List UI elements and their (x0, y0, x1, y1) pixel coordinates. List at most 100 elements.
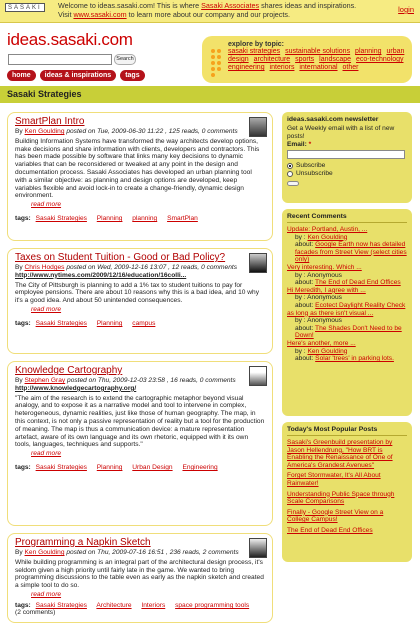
source-url-link[interactable]: http://www.knowledgecartography.org/ (15, 385, 265, 393)
tag-link[interactable]: Urban Design (132, 464, 172, 471)
popular-post-link[interactable]: Forget Stormwater, It's All About Rainwa… (287, 472, 407, 487)
post-tags: tags: Sasaki Strategies Planning campus (15, 319, 156, 327)
post-card: Programming a Napkin Sketch By Ken Gould… (7, 533, 273, 623)
divider (287, 222, 407, 223)
post-meta: By Ken Goulding posted on Thu, 2009-07-1… (15, 549, 239, 556)
newsletter-heading: ideas.sasaki.com newsletter (287, 116, 379, 123)
topic-link[interactable]: international (299, 64, 337, 71)
top-banner: SASAKI Welcome to ideas.sasaki.com! This… (0, 0, 420, 23)
tag-link[interactable]: Planning (97, 215, 123, 222)
comment-link[interactable]: Hi Meredith, I agree with ... (287, 287, 407, 295)
tag-link[interactable]: planning (132, 215, 157, 222)
post-title[interactable]: Taxes on Student Tuition - Good or Bad P… (15, 252, 265, 263)
comment-post-link[interactable]: The End of Dead End Offices (315, 279, 401, 286)
read-more-link[interactable]: read more (31, 306, 265, 313)
post-title[interactable]: Programming a Napkin Sketch (15, 537, 265, 548)
comment-author-link[interactable]: Ken Goulding (307, 348, 347, 355)
comment-author: Anonymous (307, 271, 342, 279)
section-header-bar: Sasaki Strategies (0, 86, 420, 103)
email-field[interactable] (287, 150, 405, 160)
newsletter-box: ideas.sasaki.com newsletter Get a Weekly… (282, 112, 412, 203)
topic-link[interactable]: engineering (228, 64, 265, 71)
site-title[interactable]: ideas.sasaki.com (7, 30, 133, 50)
radio-selected-icon[interactable] (287, 163, 293, 170)
post-meta: By Chris Hodges posted on Wed, 2009-12-1… (15, 264, 238, 271)
radio-icon[interactable] (287, 171, 293, 178)
popular-post-link[interactable]: Understanding Public Space through Scale… (287, 491, 407, 506)
post-tags: tags: Sasaki Strategies Planning Urban D… (15, 464, 218, 472)
post-title[interactable]: SmartPlan Intro (15, 116, 265, 127)
nav-ideas-button[interactable]: ideas & inspirations (39, 70, 117, 81)
topic-dots-icon (210, 48, 224, 78)
tag-link[interactable]: Architecture (96, 602, 131, 609)
tag-link[interactable]: Planning (97, 464, 123, 471)
read-more-link[interactable]: read more (31, 450, 265, 457)
subscribe-radio[interactable]: Subscribe (287, 162, 407, 170)
nav-tags-button[interactable]: tags (120, 70, 145, 81)
tag-link[interactable]: campus (132, 320, 155, 327)
comment-author-link[interactable]: Ken Goulding (307, 234, 347, 241)
author-link[interactable]: Chris Hodges (25, 264, 65, 271)
post-title[interactable]: Knowledge Cartography (15, 365, 265, 376)
tag-link[interactable]: Interiors (141, 602, 165, 609)
post-body: "The aim of the research is to extend th… (15, 394, 265, 449)
welcome-line2: Visit (58, 9, 74, 19)
post-tags: tags: Sasaki Strategies Planning plannin… (15, 215, 198, 223)
topic-links: sasaki strategies sustainable solutions … (228, 48, 408, 72)
nav-home-button[interactable]: home (7, 70, 36, 81)
tag-link[interactable]: Planning (97, 320, 123, 327)
author-avatar[interactable] (249, 253, 267, 273)
sasaki-logo[interactable]: SASAKI (5, 3, 45, 12)
source-url-link[interactable]: http://www.nytimes.com/2009/12/16/educat… (15, 272, 265, 280)
newsletter-submit-button[interactable] (287, 180, 299, 186)
topic-link[interactable]: sasaki strategies (228, 48, 280, 55)
read-more-link[interactable]: read more (31, 201, 265, 208)
topic-heading: explore by topic: (228, 41, 285, 48)
login-link[interactable]: login (398, 5, 414, 14)
topic-link[interactable]: sports (295, 56, 314, 63)
welcome-line2-post: to learn more about our company and our … (126, 9, 290, 19)
popular-post-link[interactable]: Sasaki's Greenbuild presentation by Jaso… (287, 439, 407, 469)
search-button[interactable]: Search (114, 54, 136, 65)
post-meta: By Ken Goulding posted on Tue, 2009-06-3… (15, 128, 238, 135)
popular-posts-heading: Today's Most Popular Posts (287, 426, 378, 433)
read-more-link[interactable]: read more (31, 591, 265, 598)
tag-link[interactable]: SmartPlan (167, 215, 198, 222)
tag-link[interactable]: Sasaki Strategies (36, 320, 87, 327)
post-card: Taxes on Student Tuition - Good or Bad P… (7, 248, 273, 354)
popular-post-link[interactable]: Finally - Google Street View on a Colleg… (287, 509, 407, 524)
unsubscribe-radio[interactable]: Unsubscribe (287, 170, 407, 178)
post-meta: By Stephen Gray posted on Thu, 2009-12-0… (15, 377, 236, 384)
comment-link[interactable]: Very interesting. Which ... (287, 264, 407, 272)
sasaki-website-link[interactable]: www.sasaki.com (73, 10, 126, 19)
author-avatar[interactable] (249, 117, 267, 137)
tag-link[interactable]: space programming tools (175, 602, 249, 609)
author-avatar[interactable] (249, 538, 267, 558)
author-link[interactable]: Ken Goulding (25, 128, 65, 135)
topic-link[interactable]: interiors (270, 64, 295, 71)
comment-link[interactable]: Update: Portland, Austin, ... (287, 226, 407, 234)
popular-post-link[interactable]: The End of Dead End Offices (287, 527, 407, 535)
tag-link[interactable]: Sasaki Strategies (36, 464, 87, 471)
author-link[interactable]: Stephen Gray (25, 377, 66, 384)
topic-link[interactable]: eco-technology (356, 56, 403, 63)
post-card: Knowledge Cartography By Stephen Gray po… (7, 361, 273, 526)
topic-link[interactable]: architecture (254, 56, 291, 63)
tag-link[interactable]: Engineering (182, 464, 217, 471)
topic-link[interactable]: sustainable solutions (285, 48, 350, 55)
comment-count[interactable]: (2 comments) (15, 609, 265, 617)
author-avatar[interactable] (249, 366, 267, 386)
recent-comment: as long as there isn't visual ... by : A… (287, 310, 407, 340)
comment-link[interactable]: as long as there isn't visual ... (287, 310, 407, 318)
comment-link[interactable]: Here's another, more ... (287, 340, 407, 348)
topic-link[interactable]: planning (355, 48, 381, 55)
author-link[interactable]: Ken Goulding (25, 549, 65, 556)
comment-post-link[interactable]: Ecotect Daylight Reality Check (315, 302, 405, 309)
tag-link[interactable]: Sasaki Strategies (36, 215, 87, 222)
search-input[interactable] (8, 54, 112, 65)
comment-post-link[interactable]: Solar 'trees' in parking lots. (315, 355, 394, 362)
topic-link[interactable]: landscape (319, 56, 351, 63)
topic-link[interactable]: other (343, 64, 359, 71)
divider (287, 435, 407, 436)
tag-link[interactable]: Sasaki Strategies (36, 602, 87, 609)
